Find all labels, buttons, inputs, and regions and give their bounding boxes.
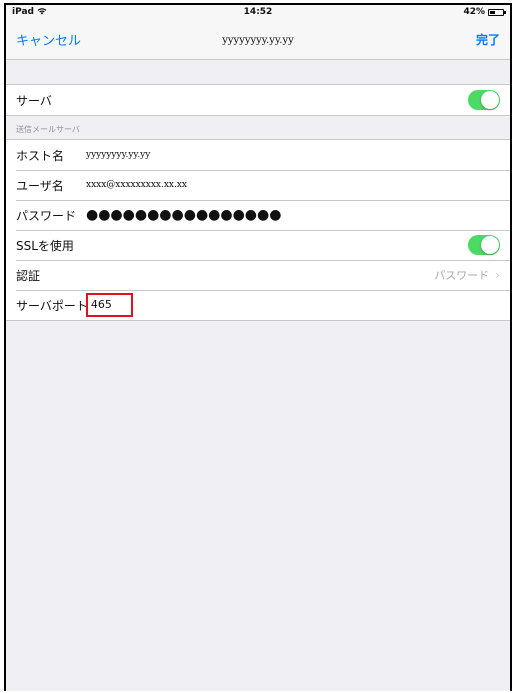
- ssl-toggle[interactable]: [468, 235, 500, 255]
- ssl-label: SSLを使用: [16, 238, 74, 253]
- nav-title: yyyyyyyy.yy.yy: [222, 35, 294, 46]
- user-row[interactable]: ユーザ名 xxxx@xxxxxxxxx.xx.xx: [6, 170, 510, 200]
- server-toggle[interactable]: [468, 90, 500, 110]
- status-right: 42%: [463, 7, 506, 17]
- ipad-screen: iPad 14:52 42% キャンセル yyyyyyyy.yy.yy 完了 サ…: [4, 3, 512, 691]
- password-label: パスワード: [16, 208, 77, 223]
- user-label: ユーザ名: [16, 178, 64, 193]
- outgoing-server-group: ホスト名 yyyyyyyy.yy.yy ユーザ名 xxxx@xxxxxxxxx.…: [6, 139, 510, 321]
- server-group: サーバ: [6, 84, 510, 116]
- auth-value: パスワード: [434, 269, 490, 282]
- server-row: サーバ: [6, 85, 510, 115]
- auth-value-container: パスワード ›: [434, 267, 500, 283]
- battery-percent: 42%: [463, 7, 485, 17]
- host-row[interactable]: ホスト名 yyyyyyyy.yy.yy: [6, 140, 510, 170]
- ssl-row: SSLを使用: [6, 230, 510, 260]
- server-label: サーバ: [16, 93, 52, 108]
- host-field[interactable]: yyyyyyyy.yy.yy: [86, 150, 150, 160]
- port-row[interactable]: サーバポート 465: [6, 290, 510, 320]
- auth-row[interactable]: 認証 パスワード ›: [6, 260, 510, 290]
- auth-label: 認証: [16, 268, 41, 283]
- password-field[interactable]: ●●●●●●●●●●●●●●●●: [86, 207, 281, 223]
- battery-icon: [488, 8, 506, 16]
- user-field[interactable]: xxxx@xxxxxxxxx.xx.xx: [86, 180, 187, 190]
- password-row[interactable]: パスワード ●●●●●●●●●●●●●●●●: [6, 200, 510, 230]
- host-label: ホスト名: [16, 148, 65, 163]
- navigation-bar: キャンセル yyyyyyyy.yy.yy 完了: [6, 19, 510, 60]
- chevron-right-icon: ›: [495, 268, 500, 282]
- outgoing-section-header: 送信メールサーバ: [16, 125, 80, 134]
- status-time: 14:52: [243, 7, 273, 17]
- done-button[interactable]: 完了: [476, 31, 500, 48]
- status-bar: iPad 14:52 42%: [6, 5, 510, 19]
- port-field[interactable]: 465: [85, 293, 133, 317]
- port-label: サーバポート: [16, 298, 88, 313]
